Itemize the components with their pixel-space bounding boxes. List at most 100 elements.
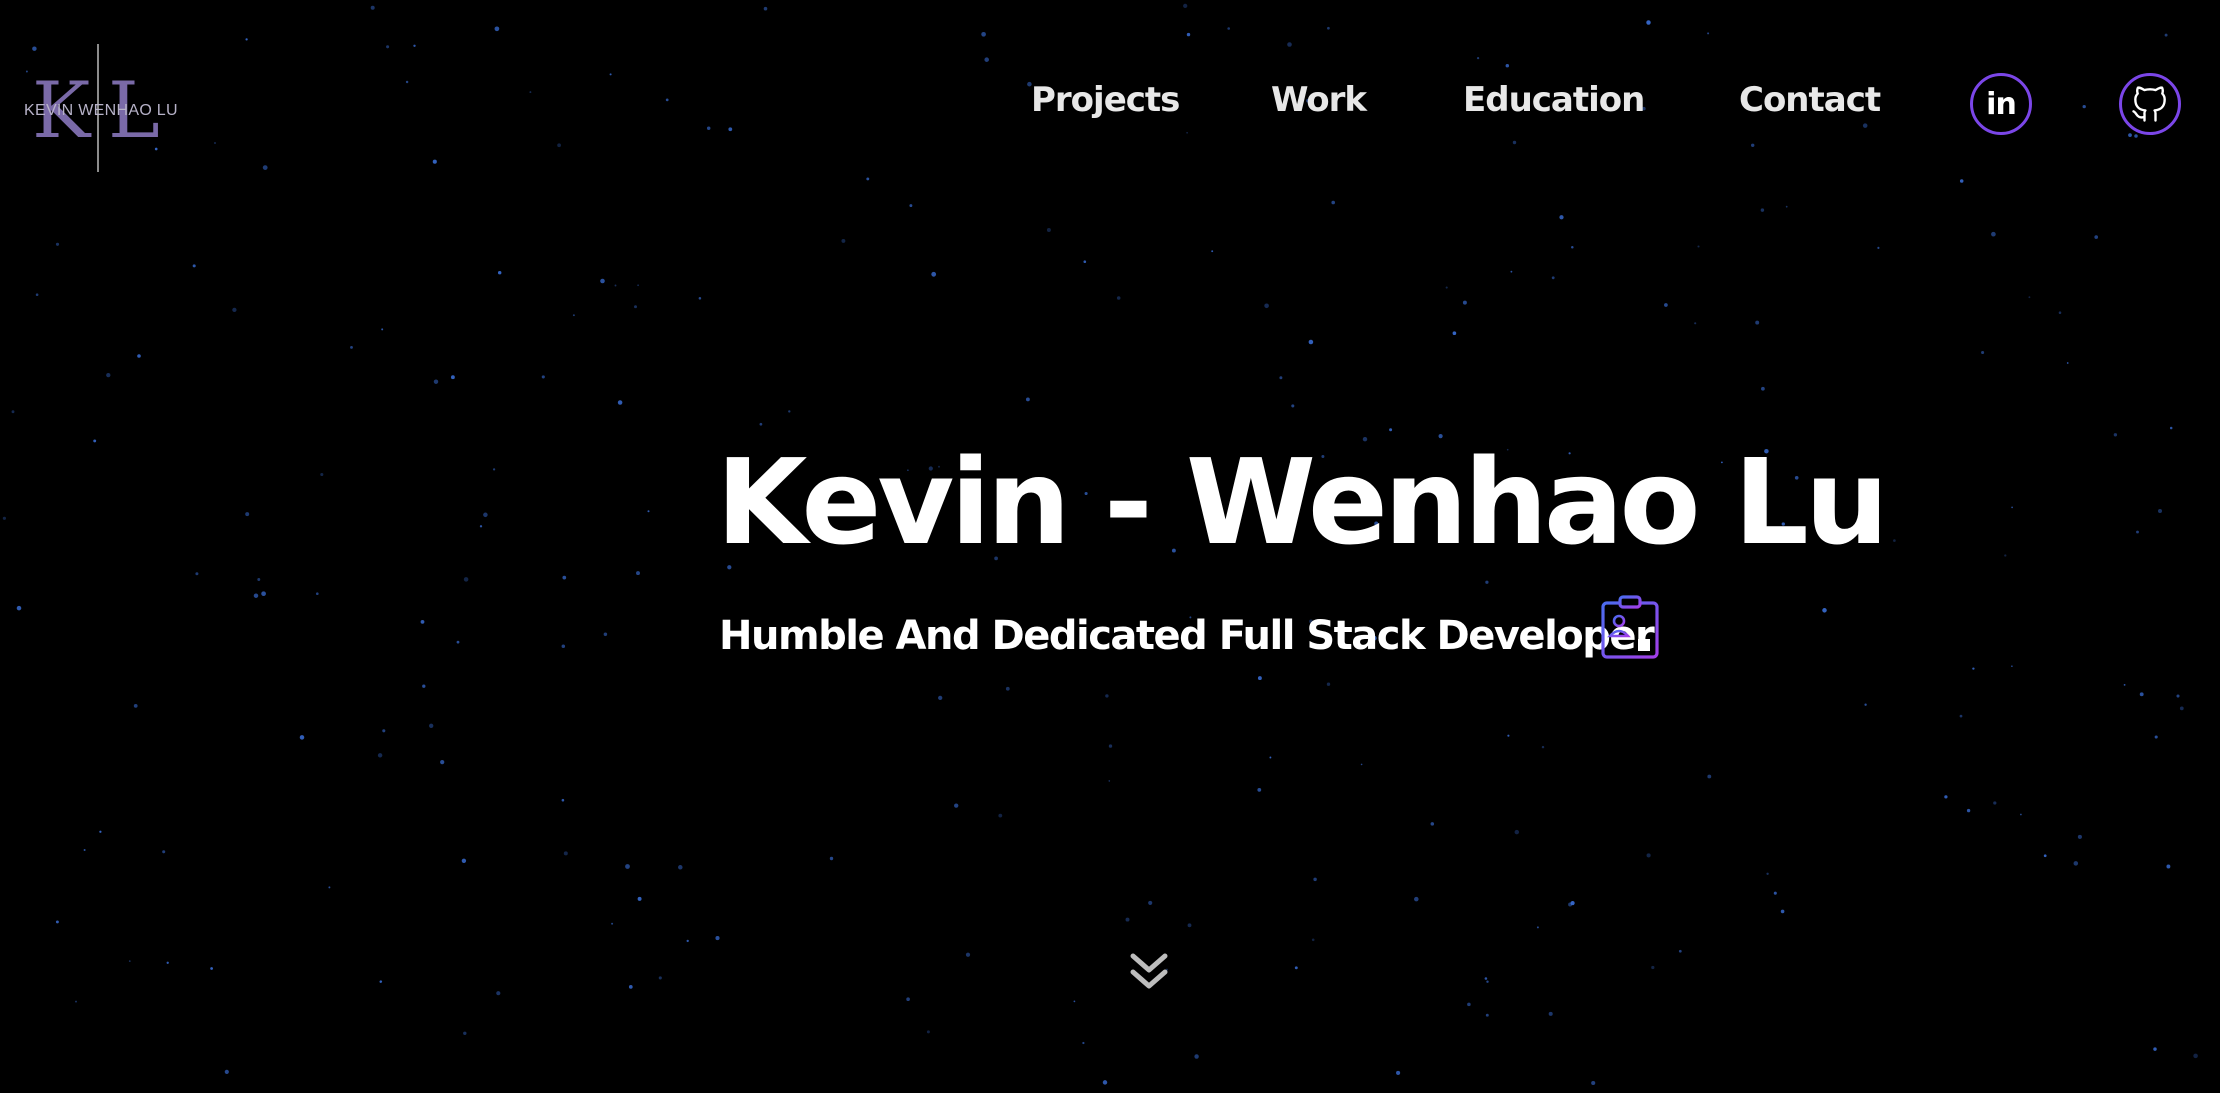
star (386, 45, 390, 49)
nav-link-contact[interactable]: Contact (1739, 80, 1881, 121)
nav-link-projects[interactable]: Projects (1031, 80, 1180, 121)
star (1313, 877, 1317, 882)
star (529, 91, 532, 94)
star (2139, 692, 2144, 697)
star (166, 961, 169, 964)
star (614, 284, 617, 287)
star (350, 346, 353, 349)
star (1761, 386, 1765, 391)
star (1148, 900, 1153, 905)
star (299, 735, 305, 740)
star (1073, 1000, 1076, 1003)
star (1864, 703, 1867, 706)
star (2154, 735, 2158, 739)
star (1893, 539, 1896, 542)
star (1959, 714, 1963, 718)
star (2193, 1053, 2198, 1059)
star (1291, 404, 1295, 408)
star (1981, 350, 1985, 355)
star (1570, 901, 1575, 906)
star (75, 1000, 77, 1003)
star (998, 813, 1003, 818)
star (1279, 376, 1283, 380)
star (938, 695, 943, 701)
star (1773, 891, 1777, 895)
star (420, 620, 425, 624)
star (463, 577, 469, 582)
resume-icon[interactable] (1598, 594, 1662, 660)
star (2028, 296, 2031, 299)
star (1445, 286, 1448, 289)
star (261, 591, 266, 597)
star (232, 307, 237, 313)
linkedin-button[interactable]: in (1970, 73, 2032, 135)
star (984, 57, 989, 62)
star (1125, 917, 1130, 922)
star (381, 328, 384, 331)
star (1116, 296, 1121, 300)
star (1510, 270, 1513, 273)
star (909, 204, 913, 208)
star (926, 1030, 930, 1034)
star (11, 410, 15, 414)
star (1505, 63, 1510, 68)
star (93, 439, 97, 443)
star (1484, 977, 1488, 980)
star (1227, 27, 1231, 30)
star (137, 354, 141, 358)
star (1414, 896, 1419, 902)
star (965, 952, 971, 957)
star (1591, 1080, 1596, 1086)
star (625, 864, 630, 869)
star (214, 142, 216, 144)
star (245, 512, 250, 517)
star (2113, 433, 2118, 437)
star (253, 593, 259, 598)
nav-link-work[interactable]: Work (1271, 80, 1367, 121)
star (2123, 683, 2126, 686)
star (195, 572, 199, 576)
logo[interactable]: K L KEVIN WENHAO LU (22, 44, 182, 172)
star (647, 510, 650, 513)
star (1822, 608, 1827, 613)
star (1707, 774, 1712, 779)
star (1108, 780, 1111, 782)
logo-text: KEVIN WENHAO LU (24, 102, 178, 119)
star (1485, 580, 1489, 584)
star (788, 410, 791, 413)
star (2011, 665, 2013, 668)
github-button[interactable] (2119, 73, 2181, 135)
star (2153, 1047, 2157, 1051)
star (686, 939, 689, 943)
star (2077, 834, 2082, 839)
star (617, 400, 623, 405)
star (1750, 143, 1755, 148)
star (1264, 303, 1269, 309)
nav-link-education[interactable]: Education (1463, 80, 1645, 121)
star (1972, 667, 1975, 670)
star (2066, 362, 2069, 364)
star (954, 803, 959, 808)
star (1646, 853, 1651, 858)
star (2011, 506, 2013, 509)
star (706, 126, 711, 130)
star (429, 723, 434, 728)
star (1966, 808, 1971, 813)
star (1862, 123, 1868, 128)
chevron-double-down-icon[interactable] (1127, 950, 1171, 996)
star (2169, 426, 2173, 430)
star (763, 6, 768, 11)
star (1257, 676, 1262, 681)
star (562, 575, 567, 580)
star (450, 375, 455, 380)
star (1102, 1080, 1108, 1085)
star (262, 165, 268, 170)
star (479, 525, 483, 528)
star (665, 98, 669, 102)
star (370, 5, 375, 10)
star (2176, 694, 2180, 698)
hero-subtitle: Humble And Dedicated Full Stack Develope… (719, 613, 1655, 659)
star (245, 38, 248, 41)
star (2157, 508, 2163, 514)
star (1311, 938, 1315, 942)
